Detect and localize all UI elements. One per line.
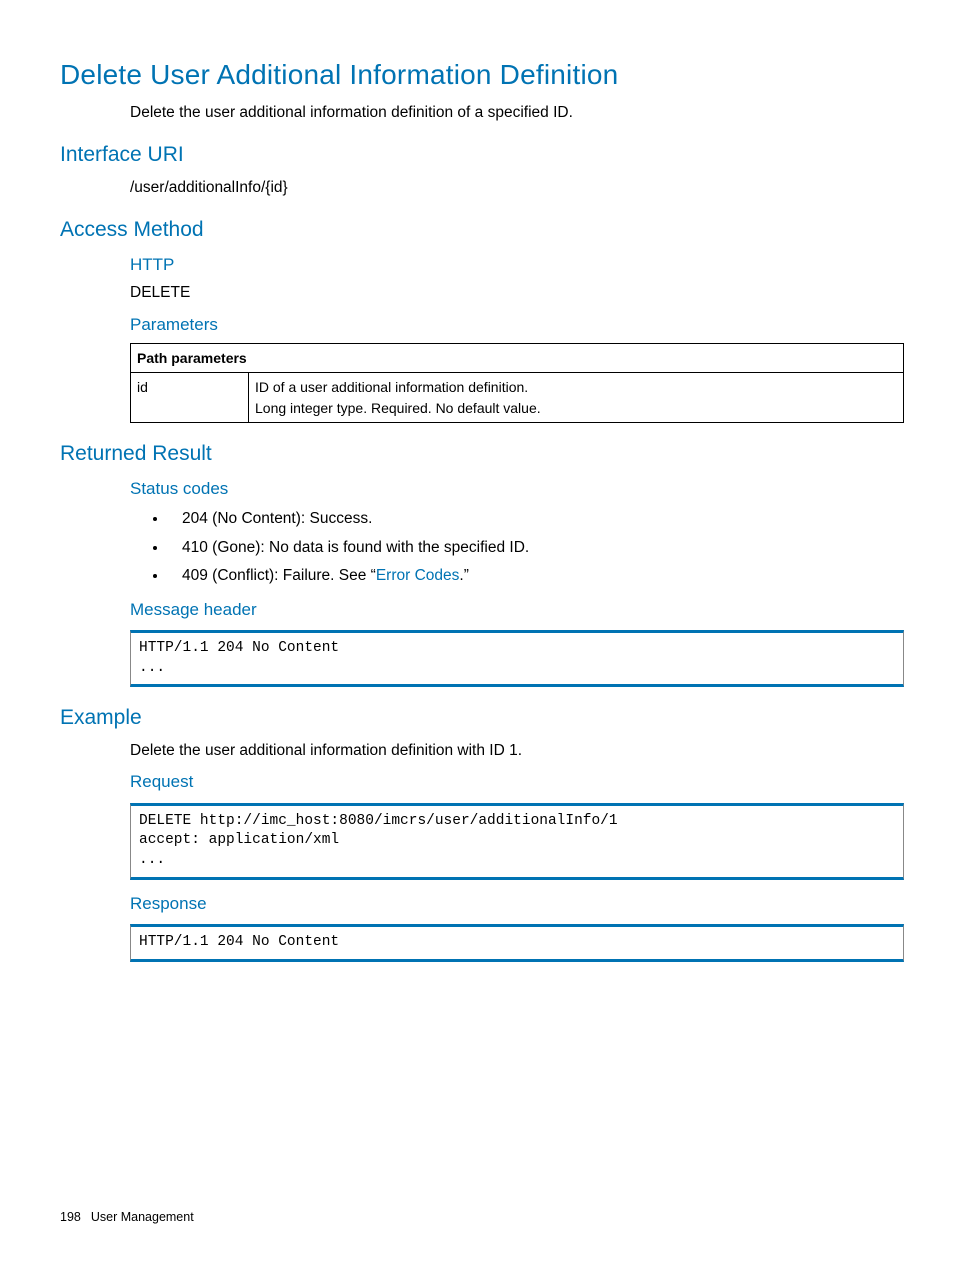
subheading-http: HTTP <box>130 253 904 278</box>
param-desc: ID of a user additional information defi… <box>249 373 904 423</box>
request-code: DELETE http://imc_host:8080/imcrs/user/a… <box>130 803 904 880</box>
subheading-parameters: Parameters <box>130 313 904 338</box>
subheading-response: Response <box>130 892 904 917</box>
list-item: 204 (No Content): Success. <box>168 508 904 530</box>
page-intro: Delete the user additional information d… <box>130 102 904 124</box>
table-row: id ID of a user additional information d… <box>131 373 904 423</box>
page-number: 198 <box>60 1210 81 1224</box>
heading-returned-result: Returned Result <box>60 439 904 469</box>
heading-access-method: Access Method <box>60 215 904 245</box>
error-codes-link[interactable]: Error Codes <box>376 567 460 584</box>
subheading-request: Request <box>130 770 904 795</box>
path-parameters-table: Path parameters id ID of a user addition… <box>130 343 904 423</box>
page-title: Delete User Additional Information Defin… <box>60 55 904 96</box>
subheading-status-codes: Status codes <box>130 477 904 502</box>
list-item: 410 (Gone): No data is found with the sp… <box>168 537 904 559</box>
subheading-message-header: Message header <box>130 598 904 623</box>
page-footer: 198 User Management <box>60 1208 194 1226</box>
message-header-code: HTTP/1.1 204 No Content ... <box>130 630 904 687</box>
list-item: 409 (Conflict): Failure. See “Error Code… <box>168 565 904 587</box>
table-header: Path parameters <box>131 344 904 373</box>
param-desc-line2: Long integer type. Required. No default … <box>255 398 897 418</box>
example-intro: Delete the user additional information d… <box>130 740 904 762</box>
response-code: HTTP/1.1 204 No Content <box>130 924 904 962</box>
status-item-suffix: .” <box>459 567 468 584</box>
interface-uri-value: /user/additionalInfo/{id} <box>130 177 904 199</box>
status-codes-list: 204 (No Content): Success. 410 (Gone): N… <box>130 508 904 587</box>
heading-interface-uri: Interface URI <box>60 140 904 170</box>
footer-section: User Management <box>91 1210 194 1224</box>
status-item-text: 409 (Conflict): Failure. See “ <box>182 567 376 584</box>
param-name: id <box>131 373 249 423</box>
param-desc-line1: ID of a user additional information defi… <box>255 377 897 397</box>
http-method-value: DELETE <box>130 282 904 304</box>
heading-example: Example <box>60 703 904 733</box>
